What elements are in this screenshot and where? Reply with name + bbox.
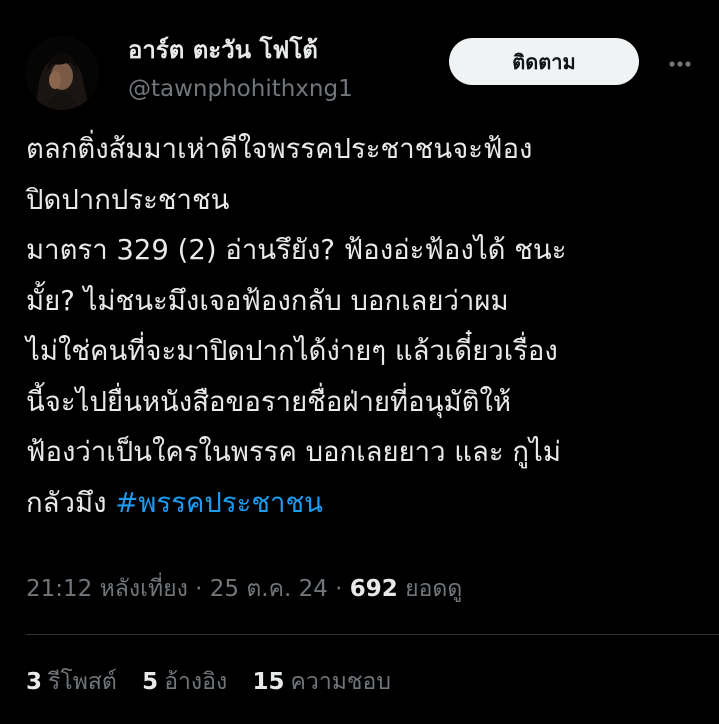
tweet-line: นี้จะไปยื่นหนังสือขอรายชื่อฝ่ายที่อนุมัต…: [26, 385, 512, 418]
reposts-label: รีโพสต์: [48, 669, 117, 695]
tweet-line: ปิดปากประชาชน: [26, 183, 230, 216]
meta-separator: ·: [327, 576, 350, 602]
tweet-last-line: กลัวมึง #พรรคประชาชน: [26, 478, 701, 529]
follow-button[interactable]: ติดตาม: [449, 38, 639, 85]
hashtag-link[interactable]: #พรรคประชาชน: [115, 487, 323, 519]
meta-separator: ·: [187, 576, 210, 602]
tweet-time[interactable]: 21:12 หลังเที่ยง: [26, 576, 188, 602]
tweet-text: ตลกติ่งส้มมาเห่าดีใจพรรคประชาชนจะฟ้อง ปิ…: [26, 124, 701, 528]
quotes-label: อ้างอิง: [164, 669, 228, 695]
more-horizontal-icon: [668, 53, 692, 72]
tweet-line-text: กลัวมึง: [26, 486, 116, 519]
views-count: 692: [349, 576, 398, 602]
likes-label: ความชอบ: [290, 669, 391, 695]
likes-stat[interactable]: 15 ความชอบ: [253, 665, 391, 699]
tweet-line: ฟ้องว่าเป็นใครในพรรค บอกเลยยาว และ กูไม่: [26, 436, 562, 468]
likes-count: 15: [252, 669, 285, 695]
quotes-count: 5: [142, 669, 159, 695]
tweet-line: มั้ย? ไม่ชนะมึงเจอฟ้องกลับ บอกเลยว่าผม: [26, 284, 509, 317]
reposts-count: 3: [26, 669, 43, 695]
views-label: ยอดดู: [397, 576, 463, 602]
avatar-image: [25, 36, 99, 110]
tweet-line: มาตรา 329 (2) อ่านรึยัง? ฟ้องอ่ะฟ้องได้ …: [26, 234, 567, 266]
tweet-stats: 3 รีโพสต์ 5 อ้างอิง 15 ความชอบ: [26, 665, 409, 699]
more-options-button[interactable]: [664, 46, 696, 78]
tweet-date[interactable]: 25 ต.ค. 24: [210, 576, 328, 602]
quotes-stat[interactable]: 5 อ้างอิง: [142, 665, 227, 699]
author-handle[interactable]: @tawnphohithxng1: [128, 73, 353, 105]
avatar[interactable]: [25, 36, 99, 110]
tweet-line: ตลกติ่งส้มมาเห่าดีใจพรรคประชาชนจะฟ้อง: [26, 133, 533, 165]
tweet-meta: 21:12 หลังเที่ยง · 25 ต.ค. 24 · 692 ยอดด…: [26, 572, 462, 606]
tweet-line: ไม่ใช่คนที่จะมาปิดปากได้ง่ายๆ แล้วเดี๋ยว…: [26, 335, 558, 367]
reposts-stat[interactable]: 3 รีโพสต์: [26, 665, 117, 699]
author-display-name[interactable]: อาร์ต ตะวัน โฟโต้: [128, 33, 318, 67]
divider: [26, 634, 719, 635]
